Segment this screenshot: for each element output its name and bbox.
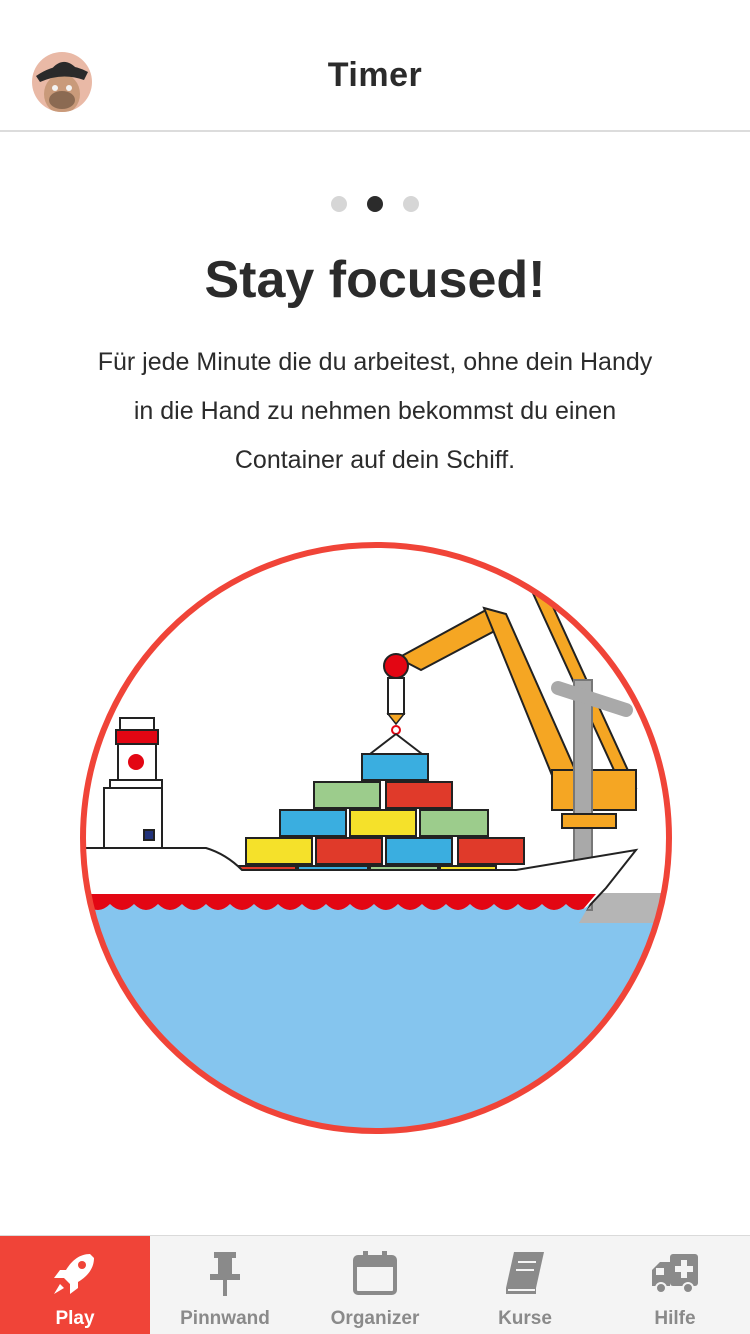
- bottom-tab-bar: Play Pinnwand Organizer Kurse Hilfe: [0, 1235, 750, 1334]
- rocket-icon: [54, 1254, 94, 1294]
- tab-pinnwand[interactable]: Pinnwand: [150, 1236, 300, 1334]
- page-title: Timer: [327, 56, 423, 94]
- pushpin-icon: [210, 1252, 240, 1296]
- ambulance-icon: [652, 1254, 698, 1294]
- tab-organizer[interactable]: Organizer: [300, 1236, 450, 1334]
- tab-label: Play: [55, 1308, 95, 1329]
- onboarding-description: Für jede Minute die du arbeitest, ohne d…: [60, 338, 690, 485]
- page-indicator: [0, 196, 750, 217]
- description-line: Für jede Minute die du arbeitest, ohne d…: [97, 348, 653, 376]
- page-dot-3[interactable]: [403, 196, 419, 212]
- description-line: in die Hand zu nehmen bekommst du einen: [133, 397, 617, 425]
- top-header: Timer: [0, 0, 750, 132]
- tab-play[interactable]: Play: [0, 1236, 150, 1334]
- onboarding-headline: Stay focused!: [204, 251, 546, 309]
- tab-label: Hilfe: [654, 1308, 696, 1329]
- tab-kurse[interactable]: Kurse: [450, 1236, 600, 1334]
- description-line: Container auf dein Schiff.: [234, 446, 516, 474]
- calendar-icon: [353, 1251, 397, 1295]
- tab-label: Pinnwand: [180, 1308, 270, 1329]
- container-ship-illustration: [76, 538, 676, 1138]
- tab-label: Organizer: [330, 1308, 420, 1329]
- page-dot-1[interactable]: [331, 196, 347, 212]
- book-icon: [506, 1252, 544, 1294]
- tab-hilfe[interactable]: Hilfe: [600, 1236, 750, 1334]
- page-dot-2-active[interactable]: [367, 196, 383, 212]
- tab-label: Kurse: [498, 1308, 552, 1329]
